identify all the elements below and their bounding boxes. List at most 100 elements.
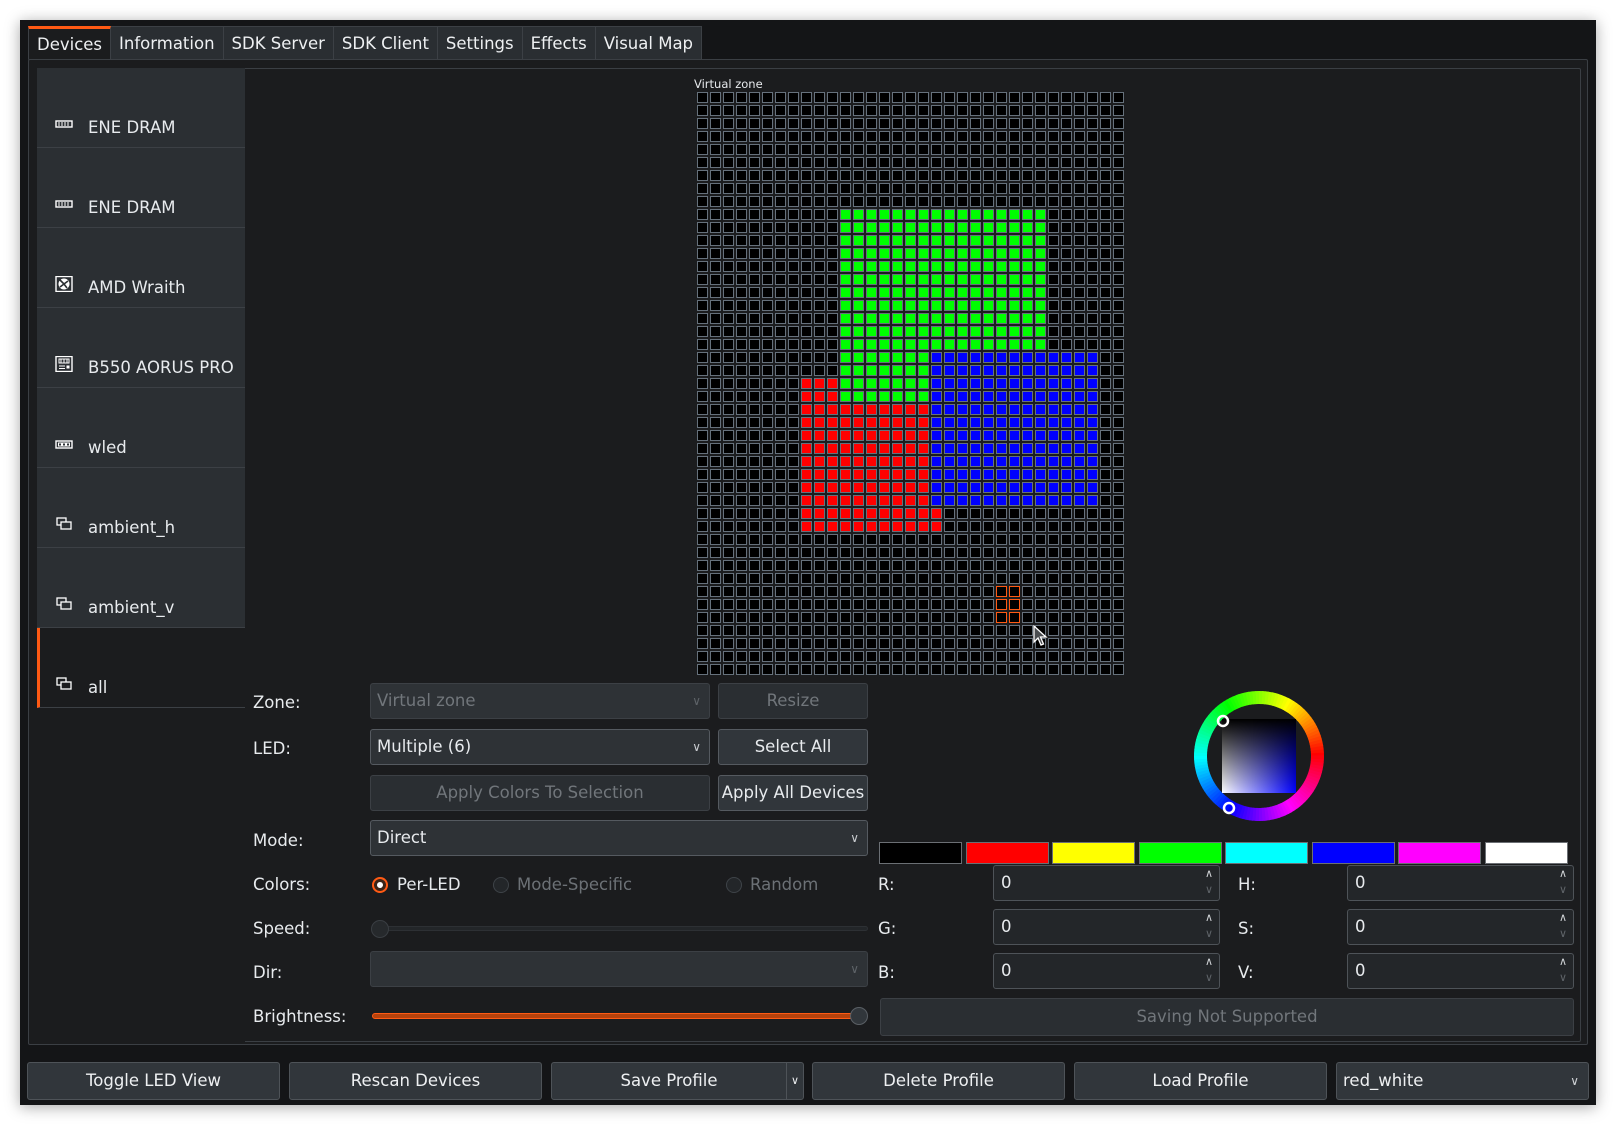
led-cell[interactable] (1061, 521, 1072, 532)
led-cell[interactable] (879, 339, 890, 350)
led-cell[interactable] (996, 469, 1007, 480)
led-cell[interactable] (1113, 430, 1124, 441)
led-cell[interactable] (710, 417, 721, 428)
led-cell[interactable] (970, 560, 981, 571)
led-cell[interactable] (996, 352, 1007, 363)
led-cell[interactable] (814, 183, 825, 194)
led-cell[interactable] (918, 196, 929, 207)
led-cell[interactable] (1061, 586, 1072, 597)
led-cell[interactable] (1087, 196, 1098, 207)
led-cell[interactable] (723, 170, 734, 181)
led-cell[interactable] (918, 105, 929, 116)
led-cell[interactable] (1009, 612, 1020, 623)
led-cell[interactable] (1061, 365, 1072, 376)
led-cell[interactable] (892, 352, 903, 363)
led-cell[interactable] (983, 560, 994, 571)
led-cell[interactable] (1022, 521, 1033, 532)
led-cell[interactable] (931, 508, 942, 519)
led-cell[interactable] (905, 183, 916, 194)
led-cell[interactable] (1035, 404, 1046, 415)
led-cell[interactable] (996, 209, 1007, 220)
led-cell[interactable] (944, 573, 955, 584)
led-cell[interactable] (840, 664, 851, 675)
led-cell[interactable] (918, 547, 929, 558)
led-cell[interactable] (762, 313, 773, 324)
led-cell[interactable] (957, 456, 968, 467)
led-cell[interactable] (1048, 235, 1059, 246)
led-cell[interactable] (762, 170, 773, 181)
led-cell[interactable] (1113, 235, 1124, 246)
led-cell[interactable] (1061, 300, 1072, 311)
led-cell[interactable] (814, 313, 825, 324)
led-cell[interactable] (944, 235, 955, 246)
led-cell[interactable] (1100, 118, 1111, 129)
led-cell[interactable] (1113, 196, 1124, 207)
led-cell[interactable] (1087, 378, 1098, 389)
led-cell[interactable] (970, 248, 981, 259)
led-cell[interactable] (775, 105, 786, 116)
led-cell[interactable] (905, 560, 916, 571)
led-cell[interactable] (736, 209, 747, 220)
led-cell[interactable] (983, 300, 994, 311)
led-cell[interactable] (840, 118, 851, 129)
led-cell[interactable] (918, 131, 929, 142)
led-cell[interactable] (996, 287, 1007, 298)
led-cell[interactable] (879, 352, 890, 363)
led-cell[interactable] (788, 560, 799, 571)
swatch-green[interactable] (1138, 842, 1222, 864)
led-cell[interactable] (788, 521, 799, 532)
led-cell[interactable] (762, 456, 773, 467)
led-cell[interactable] (775, 651, 786, 662)
led-cell[interactable] (996, 92, 1007, 103)
led-cell[interactable] (788, 508, 799, 519)
led-cell[interactable] (1035, 274, 1046, 285)
led-cell[interactable] (957, 508, 968, 519)
led-cell[interactable] (749, 92, 760, 103)
led-cell[interactable] (749, 482, 760, 493)
led-cell[interactable] (723, 612, 734, 623)
led-cell[interactable] (918, 625, 929, 636)
led-cell[interactable] (1100, 547, 1111, 558)
led-cell[interactable] (918, 469, 929, 480)
led-cell[interactable] (710, 508, 721, 519)
led-cell[interactable] (840, 534, 851, 545)
led-cell[interactable] (866, 326, 877, 337)
led-cell[interactable] (931, 378, 942, 389)
led-cell[interactable] (801, 508, 812, 519)
led-cell[interactable] (814, 222, 825, 233)
led-cell[interactable] (1035, 365, 1046, 376)
led-cell[interactable] (892, 651, 903, 662)
led-cell[interactable] (827, 378, 838, 389)
delete-profile-button[interactable]: Delete Profile (812, 1062, 1065, 1100)
led-cell[interactable] (788, 365, 799, 376)
led-cell[interactable] (840, 521, 851, 532)
led-cell[interactable] (697, 261, 708, 272)
led-cell[interactable] (1009, 261, 1020, 272)
led-cell[interactable] (931, 430, 942, 441)
led-cell[interactable] (840, 287, 851, 298)
led-cell[interactable] (723, 378, 734, 389)
led-cell[interactable] (827, 508, 838, 519)
led-cell[interactable] (762, 612, 773, 623)
led-cell[interactable] (749, 326, 760, 337)
led-cell[interactable] (723, 430, 734, 441)
led-cell[interactable] (905, 599, 916, 610)
led-cell[interactable] (736, 573, 747, 584)
led-cell[interactable] (749, 261, 760, 272)
led-cell[interactable] (1061, 274, 1072, 285)
led-cell[interactable] (1100, 105, 1111, 116)
led-cell[interactable] (749, 144, 760, 155)
tab-sdk-server[interactable]: SDK Server (223, 26, 334, 60)
led-cell[interactable] (762, 183, 773, 194)
led-cell[interactable] (957, 378, 968, 389)
led-cell[interactable] (1035, 560, 1046, 571)
led-cell[interactable] (775, 235, 786, 246)
led-cell[interactable] (905, 105, 916, 116)
led-cell[interactable] (957, 391, 968, 402)
led-cell[interactable] (762, 430, 773, 441)
led-cell[interactable] (1100, 300, 1111, 311)
led-cell[interactable] (905, 365, 916, 376)
led-cell[interactable] (905, 443, 916, 454)
led-cell[interactable] (814, 443, 825, 454)
led-cell[interactable] (814, 638, 825, 649)
